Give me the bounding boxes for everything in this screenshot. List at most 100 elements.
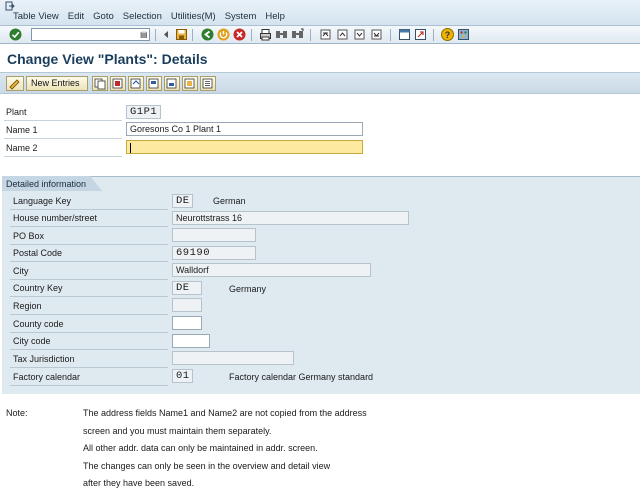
label-underline (4, 120, 122, 121)
factory-calendar-field: 01 (172, 369, 193, 383)
label-underline (10, 385, 168, 386)
note-line: screen and you must maintain them separa… (83, 426, 272, 436)
menu-utilities[interactable]: Utilities(M) (171, 11, 216, 22)
postal-code-label: Postal Code (13, 248, 63, 258)
svg-text:?: ? (445, 30, 451, 40)
country-key-desc: Germany (229, 284, 267, 294)
factory-calendar-label: Factory calendar (13, 372, 81, 382)
next-entry-button[interactable] (164, 76, 180, 91)
name1-label: Name 1 (6, 125, 38, 135)
menu-system[interactable]: System (225, 11, 257, 22)
layout-icon[interactable] (457, 28, 470, 41)
previous-entry-button[interactable] (146, 76, 162, 91)
region-field (172, 298, 202, 312)
tax-jurisdiction-field (172, 351, 294, 365)
application-toolbar: New Entries (0, 72, 640, 94)
toolbar-separator (390, 29, 391, 41)
details-icon (202, 78, 213, 89)
po-box-label: PO Box (13, 231, 45, 241)
po-box-field (172, 228, 256, 242)
enter-icon[interactable] (9, 28, 22, 41)
cancel-icon[interactable] (233, 28, 246, 41)
group-title: Detailed information (6, 179, 87, 189)
first-page-icon[interactable] (319, 28, 332, 41)
label-underline (10, 349, 168, 350)
note-line: All other addr. data can only be maintai… (83, 443, 318, 453)
save-icon[interactable] (175, 28, 188, 41)
command-field[interactable] (31, 28, 150, 41)
label-underline (10, 367, 168, 368)
print-icon[interactable] (259, 28, 272, 41)
new-entries-button[interactable]: New Entries (26, 76, 88, 91)
language-key-field: DE (172, 194, 193, 208)
toolbar-separator (433, 29, 434, 41)
label-underline (10, 244, 168, 245)
language-key-label: Language Key (13, 196, 72, 206)
find-next-icon[interactable] (291, 28, 304, 41)
exit-icon[interactable] (5, 1, 15, 11)
menu-table-view[interactable]: Table View (13, 11, 59, 22)
label-underline (10, 332, 168, 333)
toolbar-separator (155, 29, 156, 41)
find-icon[interactable] (275, 28, 288, 41)
exit-app-icon[interactable] (217, 28, 230, 41)
title-bar: Change View "Plants": Details (0, 45, 640, 72)
label-underline (4, 156, 122, 157)
create-session-icon[interactable] (398, 28, 411, 41)
county-code-field[interactable] (172, 316, 202, 330)
note-line: The changes can only be seen in the over… (83, 461, 331, 471)
delete-button[interactable] (110, 76, 126, 91)
copy-as-button[interactable] (92, 76, 108, 91)
toolbar-separator (310, 29, 311, 41)
undo-icon (130, 78, 141, 89)
form-area: Plant G1P1 Name 1 Goresons Co 1 Plant 1 … (0, 95, 640, 490)
display-change-button[interactable] (6, 76, 24, 91)
note-line: The address fields Name1 and Name2 are n… (83, 408, 367, 418)
help-icon[interactable]: ? (441, 28, 454, 41)
details-button[interactable] (200, 76, 216, 91)
note-label: Note: (6, 408, 28, 418)
undo-change-button[interactable] (128, 76, 144, 91)
label-underline (10, 279, 168, 280)
label-underline (10, 226, 168, 227)
shortcut-icon[interactable] (414, 28, 427, 41)
page-title: Change View "Plants": Details (7, 51, 208, 67)
menu-help[interactable]: Help (265, 11, 285, 22)
language-key-desc: German (213, 196, 246, 206)
toolbar-separator (192, 29, 193, 41)
street-field: Neurottstrass 16 (172, 211, 409, 225)
plant-label: Plant (6, 107, 27, 117)
prev-page-icon[interactable] (336, 28, 349, 41)
history-left-icon[interactable] (160, 28, 173, 41)
last-page-icon[interactable] (370, 28, 383, 41)
select-all-button[interactable] (182, 76, 198, 91)
factory-calendar-desc: Factory calendar Germany standard (229, 372, 374, 382)
menu-goto[interactable]: Goto (93, 11, 114, 22)
menu-edit[interactable]: Edit (68, 11, 84, 22)
name2-label: Name 2 (6, 143, 38, 153)
menu-selection[interactable]: Selection (123, 11, 162, 22)
city-code-field[interactable] (172, 334, 210, 348)
label-underline (10, 314, 168, 315)
copy-icon (94, 78, 106, 90)
menu-bar: Table View Edit Goto Selection Utilities… (0, 0, 640, 26)
name1-field[interactable]: Goresons Co 1 Plant 1 (126, 122, 363, 136)
city-label: City (13, 266, 29, 276)
text-cursor (130, 142, 131, 153)
label-underline (4, 138, 122, 139)
name2-field[interactable] (126, 140, 363, 154)
label-underline (10, 209, 168, 210)
country-key-field: DE (172, 281, 202, 295)
country-key-label: Country Key (13, 283, 63, 293)
plant-field: G1P1 (126, 105, 161, 119)
postal-code-field: 69190 (172, 246, 256, 260)
pencil-glasses-icon (9, 79, 20, 90)
next-page-icon[interactable] (353, 28, 366, 41)
menu-items: Table View Edit Goto Selection Utilities… (13, 11, 294, 22)
label-underline (10, 261, 168, 262)
toolbar-separator (251, 29, 252, 41)
county-code-label: County code (13, 319, 64, 329)
command-dropdown-icon[interactable]: ▤ (140, 30, 148, 39)
back-icon[interactable] (201, 28, 214, 41)
street-label: House number/street (13, 213, 98, 223)
